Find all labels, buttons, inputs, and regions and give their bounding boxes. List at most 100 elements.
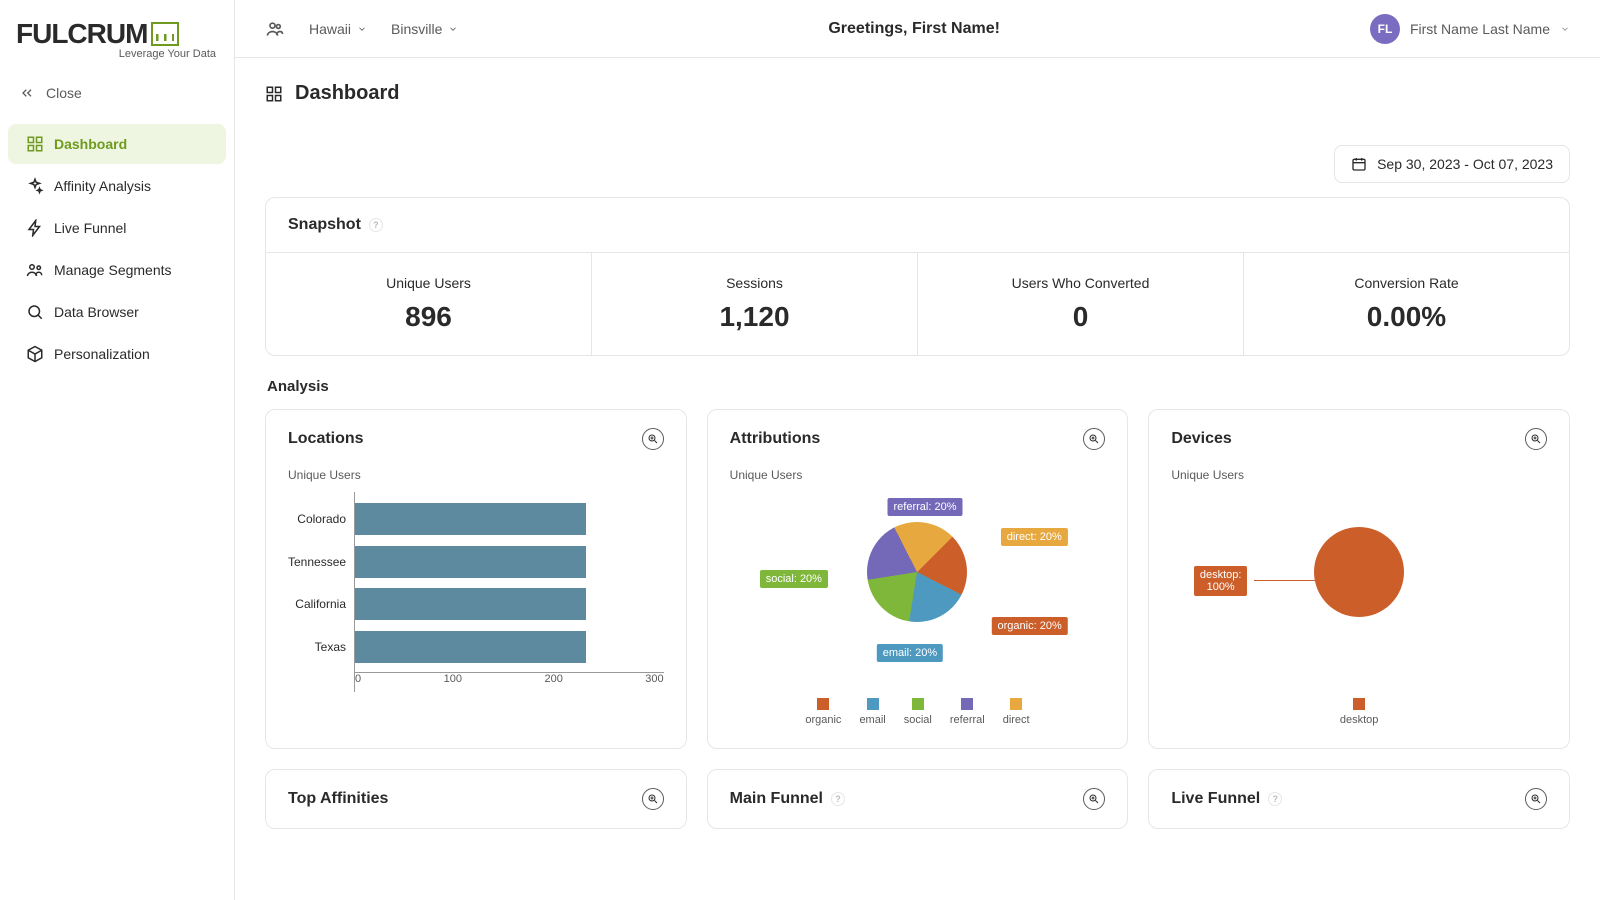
zap-icon (26, 219, 44, 237)
cube-icon (26, 345, 44, 363)
live-funnel-card: Live Funnel ? (1148, 769, 1570, 829)
stat-value: 896 (276, 301, 581, 333)
location-label: Binsville (391, 21, 442, 37)
search-icon (26, 303, 44, 321)
stat-label: Sessions (602, 275, 907, 291)
logo[interactable]: FULCRUM Leverage Your Data (0, 8, 234, 64)
stat-sessions: Sessions 1,120 (591, 253, 917, 355)
stat-conversion-rate: Conversion Rate0.00% (1243, 253, 1569, 355)
logo-chart-icon (151, 22, 179, 46)
zoom-button[interactable] (642, 428, 664, 450)
chevron-down-icon (1560, 24, 1570, 34)
zoom-icon (647, 793, 659, 805)
zoom-button[interactable] (1083, 428, 1105, 450)
zoom-button[interactable] (1083, 788, 1105, 810)
sparkle-icon (26, 177, 44, 195)
pie-label: email: 20% (877, 644, 943, 662)
attributions-title: Attributions (730, 430, 821, 448)
bar-texas (355, 631, 586, 663)
stat-value: 1,120 (602, 301, 907, 333)
region-label: Hawaii (309, 21, 351, 37)
locations-card: Locations Unique Users ColoradoTennessee… (265, 409, 687, 749)
locations-title: Locations (288, 430, 364, 448)
users-icon[interactable] (265, 19, 285, 39)
zoom-button[interactable] (1525, 428, 1547, 450)
user-menu[interactable]: FL First Name Last Name (1370, 14, 1570, 44)
snapshot-card: Snapshot ? Unique Users 896 Sessions 1,120 U… (265, 197, 1570, 356)
locations-subtitle: Unique Users (288, 468, 664, 482)
locations-chart: ColoradoTennesseeCaliforniaTexas 0100200… (288, 492, 664, 692)
page-title: Dashboard (295, 82, 399, 105)
zoom-icon (1530, 793, 1542, 805)
bar-california (355, 588, 586, 620)
sidebar: FULCRUM Leverage Your Data Close Dashboa… (0, 0, 235, 900)
stat-value: 0 (928, 301, 1233, 333)
attributions-subtitle: Unique Users (730, 468, 1106, 482)
zoom-icon (1088, 433, 1100, 445)
stat-label: Unique Users (276, 275, 581, 291)
date-range-picker[interactable]: Sep 30, 2023 - Oct 07, 2023 (1334, 145, 1570, 183)
main-funnel-card: Main Funnel ? (707, 769, 1129, 829)
pie-label: organic: 20% (992, 617, 1068, 635)
sidebar-item-label: Data Browser (54, 304, 139, 320)
chevron-down-icon (357, 24, 367, 34)
legend-item: referral (950, 698, 985, 726)
sidebar-item-label: Personalization (54, 346, 150, 362)
stat-unique-users: Unique Users 896 (266, 253, 591, 355)
top-affinities-title: Top Affinities (288, 790, 388, 808)
segments-icon (26, 261, 44, 279)
legend-item: desktop (1340, 698, 1379, 726)
grid-icon (26, 135, 44, 153)
devices-card: Devices Unique Users desktop: 100% deskt… (1148, 409, 1570, 749)
pie-label: referral: 20% (888, 498, 963, 516)
legend-item: email (859, 698, 885, 726)
sidebar-item-affinity-analysis[interactable]: Affinity Analysis (8, 166, 226, 206)
top-affinities-card: Top Affinities (265, 769, 687, 829)
sidebar-item-personalization[interactable]: Personalization (8, 334, 226, 374)
snapshot-title: Snapshot (288, 216, 361, 234)
chevron-down-icon (448, 24, 458, 34)
sidebar-item-manage-segments[interactable]: Manage Segments (8, 250, 226, 290)
info-icon[interactable]: ? (1268, 792, 1282, 806)
chevrons-left-icon (18, 84, 36, 102)
devices-chart: desktop: 100% (1171, 492, 1547, 692)
topbar: Hawaii Binsville Greetings, First Name! … (235, 0, 1600, 58)
info-icon[interactable]: ? (369, 218, 383, 232)
sidebar-item-dashboard[interactable]: Dashboard (8, 124, 226, 164)
legend-item: organic (805, 698, 841, 726)
brand-name: FULCRUM (16, 18, 147, 50)
stat-label: Users Who Converted (928, 275, 1233, 291)
region-dropdown[interactable]: Hawaii (309, 21, 367, 37)
sidebar-item-label: Live Funnel (54, 220, 126, 236)
avatar: FL (1370, 14, 1400, 44)
page-header: Dashboard (265, 82, 1570, 105)
zoom-button[interactable] (1525, 788, 1547, 810)
zoom-icon (1530, 433, 1542, 445)
stat-label: Conversion Rate (1254, 275, 1559, 291)
sidebar-nav: Dashboard Affinity Analysis Live Funnel Man… (0, 124, 234, 374)
analysis-section-title: Analysis (267, 378, 1570, 395)
zoom-button[interactable] (642, 788, 664, 810)
info-icon[interactable]: ? (831, 792, 845, 806)
calendar-icon (1351, 156, 1367, 172)
location-dropdown[interactable]: Binsville (391, 21, 458, 37)
pie-label: desktop: 100% (1194, 566, 1248, 596)
pie-label: social: 20% (760, 570, 828, 588)
user-name-label: First Name Last Name (1410, 21, 1550, 37)
main-funnel-title: Main Funnel (730, 790, 823, 808)
attributions-card: Attributions Unique Users referral: 20% d… (707, 409, 1129, 749)
stat-users-who-converted: Users Who Converted 0 (917, 253, 1243, 355)
legend-item: social (904, 698, 932, 726)
sidebar-item-live-funnel[interactable]: Live Funnel (8, 208, 226, 248)
sidebar-item-label: Dashboard (54, 136, 127, 152)
legend-item: direct (1003, 698, 1030, 726)
attributions-chart: referral: 20% direct: 20% social: 20% organ… (730, 492, 1106, 692)
pie-label: direct: 20% (1001, 528, 1068, 546)
sidebar-item-data-browser[interactable]: Data Browser (8, 292, 226, 332)
devices-subtitle: Unique Users (1171, 468, 1547, 482)
sidebar-close-button[interactable]: Close (0, 64, 234, 122)
zoom-icon (647, 433, 659, 445)
grid-icon (265, 85, 283, 103)
bar-colorado (355, 503, 586, 535)
sidebar-item-label: Manage Segments (54, 262, 172, 278)
